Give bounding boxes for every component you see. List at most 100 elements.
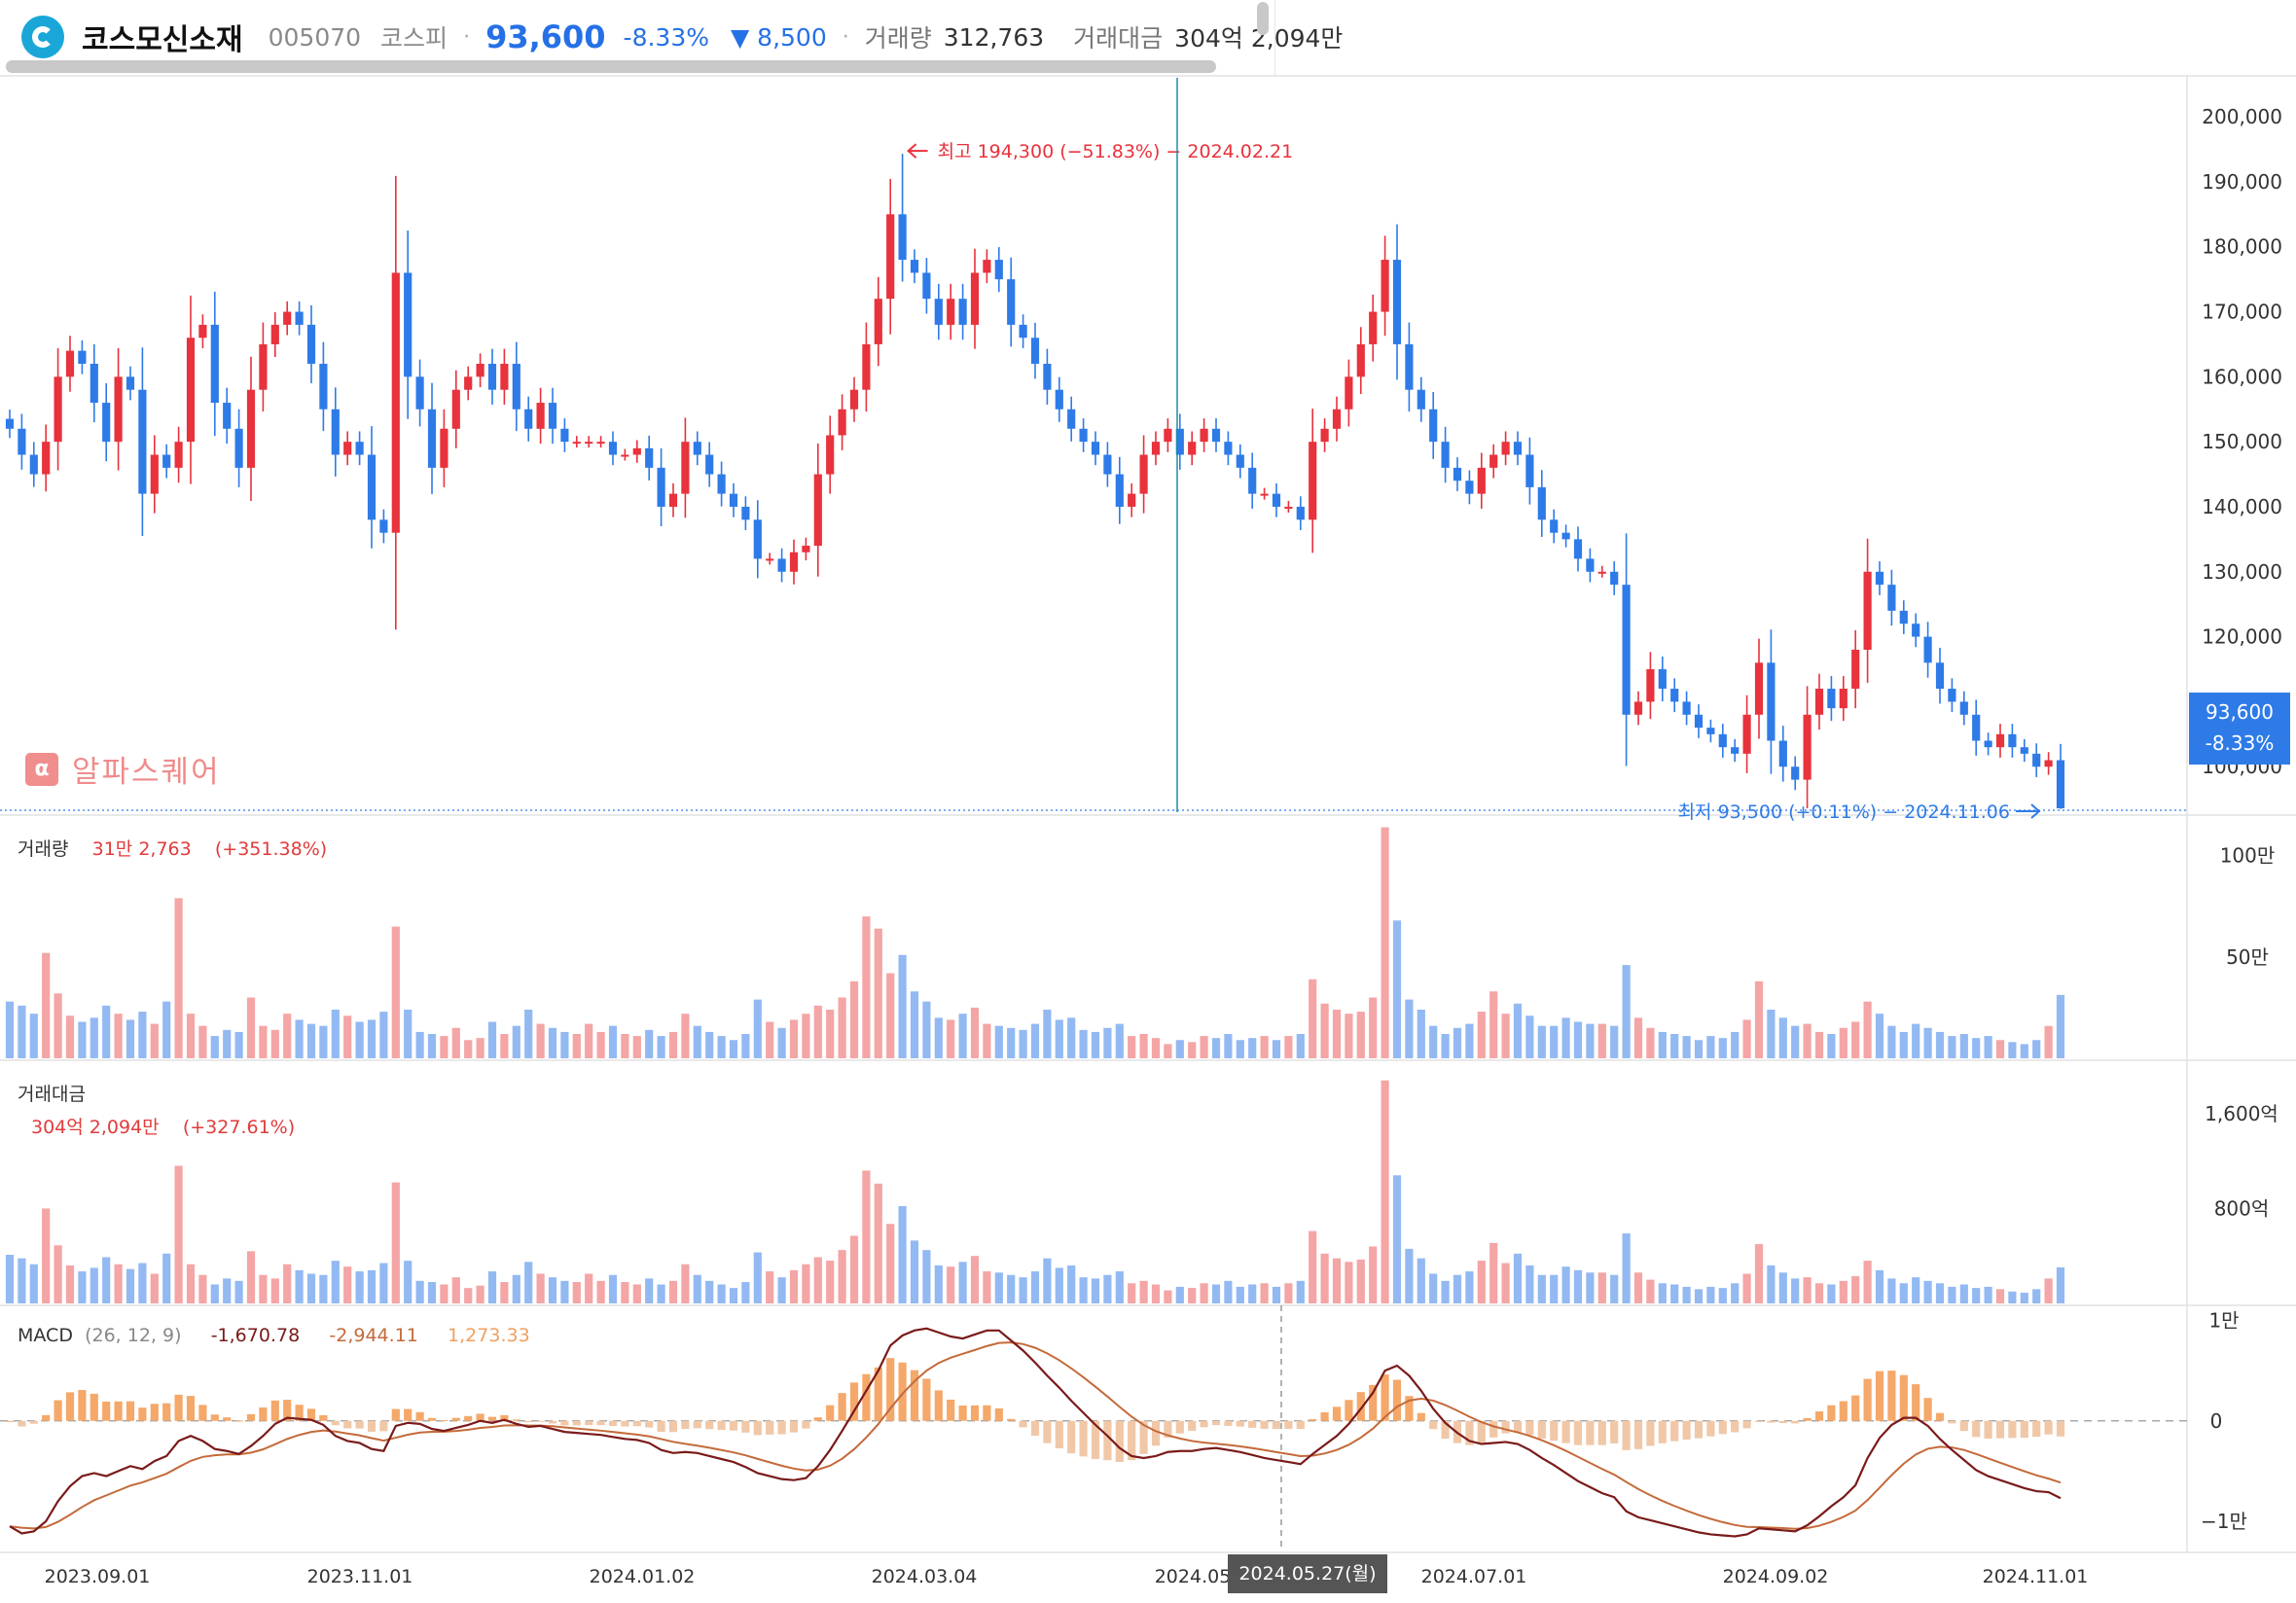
amount-bar <box>343 1266 352 1303</box>
price-candle <box>1586 558 1595 572</box>
volume-bar <box>391 926 400 1058</box>
price-candle <box>1948 689 1956 702</box>
volume-bar <box>1164 1044 1172 1058</box>
amount-bar <box>849 1235 859 1303</box>
macd-histogram-bar <box>1948 1420 1956 1424</box>
volume-bar <box>983 1023 991 1058</box>
volume-bar <box>874 928 882 1058</box>
volume-bar <box>1550 1025 1559 1058</box>
volume-bar <box>1260 1036 1269 1058</box>
price-candle <box>681 442 690 494</box>
macd-panel-label: MACD <box>18 1325 73 1346</box>
price-y-tick-label: 130,000 <box>2202 560 2282 584</box>
price-candle <box>1139 454 1148 494</box>
volume-bar <box>1959 1034 1968 1058</box>
volume-bar <box>1019 1029 1027 1058</box>
volume-bar <box>1296 1034 1305 1058</box>
macd-histogram-bar <box>1211 1420 1221 1426</box>
volume-bar <box>186 1014 196 1058</box>
volume-bar <box>572 1034 581 1058</box>
volume-bar <box>1863 1001 1872 1058</box>
volume-bar <box>1091 1031 1100 1058</box>
volume-bar <box>608 1025 618 1058</box>
macd-histogram-bar <box>54 1400 62 1421</box>
amount-bar <box>1091 1278 1100 1303</box>
x-axis-tick-label: 2023.09.01 <box>44 1566 151 1587</box>
volume-bar <box>1972 1038 1981 1058</box>
macd-histogram-bar <box>1984 1420 1992 1439</box>
volume-bar <box>1356 1012 1365 1058</box>
volume-bar <box>1754 980 1764 1058</box>
amount-bar <box>1369 1246 1378 1303</box>
macd-histogram-bar <box>1332 1407 1342 1421</box>
macd-histogram-bar <box>1995 1420 2005 1439</box>
macd-histogram-bar <box>766 1420 774 1435</box>
price-candle <box>693 442 701 455</box>
price-candle <box>1912 623 1920 637</box>
volume-bar <box>693 1025 701 1058</box>
volume-bar <box>500 1034 509 1058</box>
amount-bar <box>367 1269 377 1303</box>
price-candle <box>729 493 738 507</box>
price-candle <box>1296 506 1305 520</box>
macd-histogram-bar <box>150 1404 159 1421</box>
volume-bar <box>150 1023 159 1058</box>
price-candle <box>621 454 629 457</box>
volume-bar <box>1814 1031 1824 1058</box>
amount-bar <box>1731 1283 1740 1303</box>
volume-bar <box>1067 1017 1076 1058</box>
macd-histogram-bar <box>645 1420 654 1428</box>
stock-chart-svg[interactable]: 200,000 190,000 180,000 170,000 160,000 150,0… <box>0 0 2296 1603</box>
price-candle <box>1525 454 1534 487</box>
macd-histogram-bar <box>1573 1420 1583 1445</box>
price-candle <box>1718 733 1727 748</box>
volume-bar <box>162 1001 171 1058</box>
macd-histogram-bar <box>18 1420 26 1427</box>
price-candle <box>427 409 437 468</box>
macd-histogram-bar <box>1851 1395 1860 1421</box>
volume-bar <box>319 1025 328 1058</box>
macd-histogram-bar <box>621 1420 629 1427</box>
amount-bar <box>1188 1288 1197 1303</box>
volume-bar <box>1128 1036 1136 1058</box>
volume-bar <box>464 1040 473 1058</box>
amount-bar <box>1586 1272 1595 1303</box>
macd-histogram-bar <box>1875 1371 1884 1421</box>
macd-histogram-bar <box>114 1401 123 1421</box>
volume-y-tick-label: 50만 <box>2226 945 2269 969</box>
macd-histogram-bar <box>1151 1420 1161 1446</box>
volume-bar <box>1320 1003 1329 1058</box>
amount-bar <box>1272 1286 1281 1303</box>
volume-panel-change: (+351.38%) <box>214 838 328 860</box>
price-candle <box>560 428 569 443</box>
volume-bar <box>379 1012 388 1058</box>
price-candle <box>1670 689 1679 702</box>
macd-histogram-bar <box>753 1420 762 1436</box>
amount-bar <box>681 1264 690 1303</box>
macd-histogram-bar <box>1055 1420 1063 1449</box>
amount-bar <box>766 1271 774 1303</box>
price-candle <box>1429 409 1438 443</box>
price-candle <box>1597 571 1606 574</box>
price-candle <box>1441 442 1450 468</box>
amount-bar <box>1236 1286 1244 1303</box>
price-candle <box>1863 571 1872 650</box>
amount-bar <box>78 1271 87 1303</box>
price-candle <box>717 474 726 494</box>
price-y-tick-label: 150,000 <box>2202 430 2282 453</box>
macd-histogram-bar <box>5 1420 15 1422</box>
amount-bar <box>1597 1272 1606 1303</box>
macd-histogram-bar <box>487 1416 497 1421</box>
amount-bar <box>114 1264 123 1303</box>
price-candle <box>813 474 822 547</box>
amount-bar <box>838 1250 846 1303</box>
price-candle <box>548 403 557 429</box>
volume-bar <box>355 1021 364 1058</box>
amount-bar <box>898 1206 907 1303</box>
macd-histogram-bar <box>777 1420 786 1435</box>
amount-bar <box>404 1261 413 1303</box>
macd-histogram-bar <box>1489 1420 1498 1438</box>
amount-bar <box>1742 1273 1751 1303</box>
price-candle <box>668 493 678 507</box>
amount-bar <box>548 1277 557 1303</box>
